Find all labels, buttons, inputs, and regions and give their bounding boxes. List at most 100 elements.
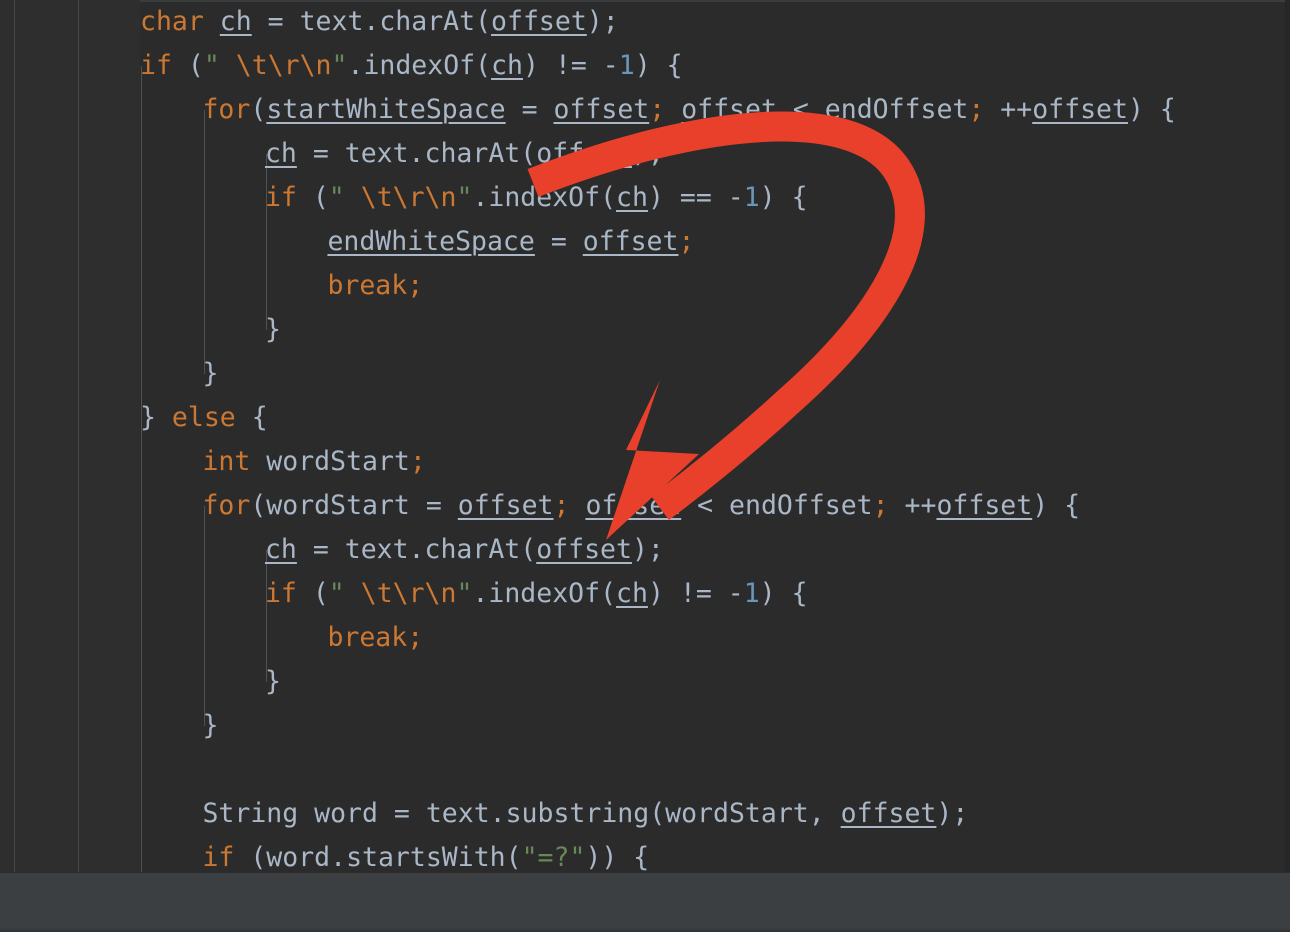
code-line[interactable]: for(wordStart = offset; offset < endOffs… [202,484,1080,528]
code-token-esc: \t\r\n [360,578,457,609]
code-token-pl: ( [171,50,204,81]
code-token-pl: } [140,402,172,433]
code-token-semi: ; [872,490,889,521]
code-line[interactable]: } [265,308,281,352]
code-token-semi: ; [678,226,695,257]
code-line[interactable]: } else { [140,396,268,440]
code-token-str [345,578,361,609]
code-token-var: offset [536,534,632,565]
code-line[interactable]: endWhiteSpace = offset; [327,220,694,264]
code-token-semi: ; [407,622,424,653]
code-token-pl: .indexOf( [347,50,492,81]
code-token-var: offset [840,798,937,829]
code-token-pl: ++ [984,94,1033,125]
code-line[interactable]: break; [327,616,423,660]
indent-guide [141,66,142,418]
code-line[interactable]: int wordStart; [202,440,425,484]
code-line[interactable]: char ch = text.charAt(offset); [140,0,619,44]
code-line[interactable]: ch = text.charAt(offset); [265,528,664,572]
code-token-pl: ) { [1032,490,1081,521]
code-token-pl: = [505,94,554,125]
code-token-str: " [328,182,345,213]
code-token-pl: wordStart [250,446,410,477]
code-token-kw: for [202,94,251,125]
code-token-pl: ); [586,6,619,37]
code-line[interactable]: if (word.startsWith("=?")) { [202,836,649,872]
code-token-str: " [331,50,348,81]
bottom-status-bar[interactable] [0,872,1290,932]
code-token-kw: break [327,270,408,301]
code-token-var: offset [457,490,554,521]
code-text-area[interactable]: char ch = text.charAt(offset); if (" \t\r… [0,0,1290,872]
code-token-var: offset [681,94,777,125]
code-token-str: "=?" [521,842,586,872]
code-line[interactable]: } [202,704,218,748]
code-token-num: 1 [743,182,760,213]
code-line[interactable]: } [265,660,281,704]
code-token-pl: .indexOf( [472,182,617,213]
code-token-pl: } [264,666,281,697]
code-token-pl: ( [296,578,329,609]
code-token-var: ch [616,578,648,609]
code-line[interactable]: String word = text.substring(wordStart, … [202,792,968,836]
code-token-pl: ) != - [523,50,619,81]
indent-guide [204,110,205,374]
code-token-str: " [328,578,345,609]
code-token-pl: ); [936,798,969,829]
code-token-pl: < endOffset [681,490,873,521]
code-token-num: 1 [618,50,635,81]
code-token-str: " [456,182,473,213]
code-token-pl: String word = text.substring(wordStart, [202,798,841,829]
code-token-num: 1 [743,578,760,609]
code-line[interactable]: if (" \t\r\n".indexOf(ch) != -1) { [265,572,808,616]
code-token-pl: ) { [634,50,683,81]
code-line[interactable]: if (" \t\r\n".indexOf(ch) == -1) { [265,176,808,220]
code-token-kw: int [202,446,251,477]
code-token-pl: ) { [759,578,808,609]
code-token-var: offset [536,138,632,169]
code-token-pl: = text.charAt( [296,534,537,565]
code-token-pl: )) { [585,842,650,872]
code-line[interactable]: ch = text.charAt(offset); [265,132,664,176]
code-token-pl: (word.startsWith( [234,842,522,872]
code-token-str [345,182,361,213]
code-line[interactable]: } [202,352,218,396]
code-line[interactable]: for(startWhiteSpace = offset; offset < e… [202,88,1175,132]
code-token-var: ch [219,6,252,37]
code-token-pl: (wordStart = [250,490,458,521]
code-token-var: startWhiteSpace [266,94,506,125]
code-token-pl: ( [296,182,329,213]
code-token-pl: ++ [888,490,937,521]
code-token-pl: } [264,314,281,345]
code-line[interactable]: break; [327,264,423,308]
code-token-var: offset [491,6,587,37]
code-token-str [220,50,236,81]
code-token-kw: else [171,402,236,433]
code-token-pl: ); [631,138,664,169]
code-token-var: offset [1032,94,1128,125]
code-token-var: ch [491,50,523,81]
code-token-esc: \t\r\n [360,182,457,213]
indent-guide [141,418,142,872]
code-token-kw: break [327,622,408,653]
code-token-semi: ; [407,270,424,301]
code-token-kw: if [264,578,297,609]
code-token-kw: if [140,50,172,81]
code-token-kw: for [202,490,251,521]
code-token-pl: { [235,402,268,433]
code-token-pl: = [534,226,583,257]
code-line[interactable]: if (" \t\r\n".indexOf(ch) != -1) { [140,44,683,88]
code-token-kw: char [140,6,204,37]
code-token-semi: ; [649,94,666,125]
code-token-var: offset [582,226,679,257]
code-token-pl: ( [250,94,267,125]
code-token-pl: < endOffset [776,94,969,125]
code-token-var: ch [616,182,648,213]
code-token-semi: ; [409,446,426,477]
editor-right-edge [1285,0,1290,872]
code-token-kw: if [264,182,297,213]
code-token-pl: ) { [759,182,808,213]
